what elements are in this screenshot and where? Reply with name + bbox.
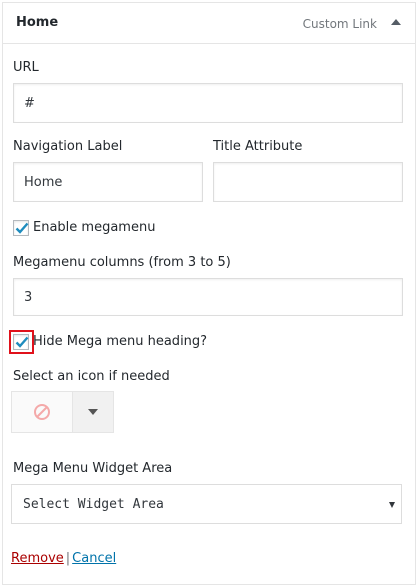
title-attribute-input[interactable]	[213, 162, 403, 202]
enable-megamenu-checkbox[interactable]	[13, 220, 29, 236]
caret-down-icon	[88, 409, 98, 415]
widget-area-select[interactable]: Select Widget Area	[11, 484, 402, 524]
menu-item-header[interactable]: Home Custom Link	[3, 3, 415, 44]
widget-area-label: Mega Menu Widget Area	[13, 461, 173, 476]
megamenu-columns-input[interactable]: 3	[13, 278, 403, 316]
cancel-link[interactable]: Cancel	[72, 551, 116, 566]
menu-item-title: Home	[16, 15, 59, 30]
collapse-arrow-icon[interactable]	[391, 19, 401, 25]
navigation-label-input[interactable]: Home	[13, 162, 203, 202]
checkmark-icon	[15, 336, 29, 348]
title-attribute-label: Title Attribute	[213, 139, 303, 154]
actions-separator: |	[65, 551, 71, 566]
hide-heading-label: Hide Mega menu heading?	[33, 334, 208, 349]
ban-icon	[34, 404, 50, 420]
menu-item-type: Custom Link	[302, 17, 377, 31]
navigation-label-label: Navigation Label	[13, 139, 123, 154]
item-actions: Remove | Cancel	[11, 551, 116, 566]
url-input[interactable]: #	[13, 83, 403, 123]
widget-area-selected: Select Widget Area	[23, 496, 164, 512]
url-label: URL	[13, 60, 39, 75]
checkmark-icon	[15, 222, 29, 234]
hide-heading-checkbox[interactable]	[13, 334, 29, 350]
megamenu-columns-label: Megamenu columns (from 3 to 5)	[13, 255, 231, 270]
icon-dropdown-button[interactable]	[73, 392, 113, 432]
icon-preview	[12, 392, 73, 432]
remove-link[interactable]: Remove	[11, 551, 64, 566]
icon-select-label: Select an icon if needed	[13, 369, 170, 384]
icon-picker[interactable]	[11, 391, 114, 433]
enable-megamenu-label: Enable megamenu	[33, 220, 156, 235]
select-arrow-icon	[389, 502, 395, 508]
